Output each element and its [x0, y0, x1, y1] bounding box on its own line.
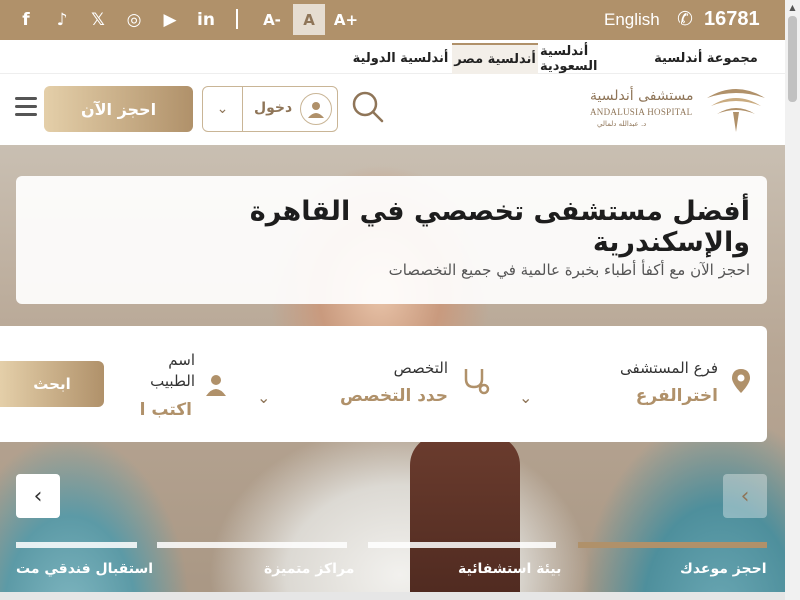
andalusia-logo-icon[interactable]: [703, 84, 769, 134]
slide-label-1[interactable]: احجز موعدك: [680, 561, 767, 577]
tab-andalusia-egypt[interactable]: أندلسية مصر: [452, 43, 538, 74]
slide-label-2[interactable]: بيئة استشفائية: [458, 561, 561, 577]
chevron-down-icon[interactable]: ⌄: [519, 388, 532, 407]
horizontal-scrollbar[interactable]: [0, 592, 785, 600]
hamburger-menu-icon[interactable]: [15, 97, 37, 121]
chevron-down-icon[interactable]: ⌄: [257, 388, 270, 407]
font-decrease-button[interactable]: A-: [256, 4, 288, 35]
specialty-select[interactable]: حدد التخصص: [330, 386, 448, 406]
phone-icon: ✆: [677, 8, 693, 30]
youtube-icon[interactable]: ▶: [152, 6, 188, 34]
logo-subtext: د. عبدالله دلمالي: [597, 120, 647, 128]
scrollbar-thumb[interactable]: [788, 16, 797, 102]
branch-select[interactable]: اخترالفرع: [560, 386, 718, 406]
doctor-search-card: [0, 326, 767, 442]
carousel-next-chevron-icon[interactable]: ‹: [723, 474, 767, 518]
slide-indicator-2[interactable]: [368, 542, 556, 548]
social-links: f ♪ 𝕏 ◎ ▶ in: [8, 6, 224, 34]
slide-indicator-3[interactable]: [157, 542, 347, 548]
stethoscope-icon: [464, 369, 490, 395]
font-normal-button[interactable]: A: [293, 4, 325, 35]
language-switch[interactable]: English: [604, 10, 660, 30]
logo-english-text: ANDALUSIA HOSPITAL: [590, 107, 693, 117]
carousel-prev-chevron-icon[interactable]: ‹: [16, 474, 60, 518]
x-icon[interactable]: 𝕏: [80, 6, 116, 34]
hotline-number[interactable]: 16781: [704, 8, 760, 31]
specialty-label: التخصص: [393, 359, 448, 377]
chevron-down-icon[interactable]: ⌄: [203, 87, 243, 131]
logo-arabic-text: مستشفى أندلسية: [590, 88, 694, 104]
doctor-name-input[interactable]: اكتب ا: [130, 400, 192, 420]
tab-andalusia-saudi[interactable]: أندلسية السعودية: [540, 43, 647, 74]
linkedin-icon[interactable]: in: [188, 6, 224, 34]
location-pin-icon: [732, 369, 750, 393]
tiktok-icon[interactable]: ♪: [44, 6, 80, 34]
slide-indicator-1[interactable]: [578, 542, 767, 548]
instagram-icon[interactable]: ◎: [116, 6, 152, 34]
doctor-label-line-1: اسم: [168, 351, 195, 369]
login-dropdown[interactable]: ⌄ دخول: [202, 86, 338, 132]
top-bar: f ♪ 𝕏 ◎ ▶ in: [0, 0, 785, 40]
branch-label: فرع المستشفى: [620, 359, 718, 377]
hero-subline: احجز الآن مع أكفأ أطباء بخبرة عالمية في …: [388, 261, 750, 279]
facebook-icon[interactable]: f: [8, 6, 44, 34]
tab-andalusia-international[interactable]: أندلسية الدولية: [352, 43, 449, 74]
divider: [236, 9, 238, 29]
book-now-button[interactable]: احجز الآن: [44, 86, 193, 132]
vertical-scrollbar[interactable]: ▲: [785, 0, 800, 600]
slide-label-3[interactable]: مراكز متميزة: [264, 561, 354, 577]
group-tabs: مجموعة أندلسية أندلسية السعودية أندلسية …: [0, 40, 785, 74]
slide-indicator-4[interactable]: [16, 542, 137, 548]
hero-headline: أفضل مستشفى تخصصي في القاهرة والإسكندرية: [249, 196, 750, 258]
search-icon[interactable]: [351, 90, 385, 124]
doctor-icon: [206, 375, 226, 396]
search-button[interactable]: ابحث: [0, 361, 104, 407]
scroll-up-arrow-icon[interactable]: ▲: [785, 0, 800, 15]
tab-andalusia-group[interactable]: مجموعة أندلسية: [647, 43, 765, 74]
slide-label-4[interactable]: استقبال فندقي مت: [16, 561, 153, 577]
login-label: دخول: [254, 100, 293, 116]
font-increase-button[interactable]: A+: [330, 4, 362, 35]
doctor-label-line-2: الطبيب: [150, 372, 195, 390]
user-avatar-icon: [300, 93, 332, 125]
